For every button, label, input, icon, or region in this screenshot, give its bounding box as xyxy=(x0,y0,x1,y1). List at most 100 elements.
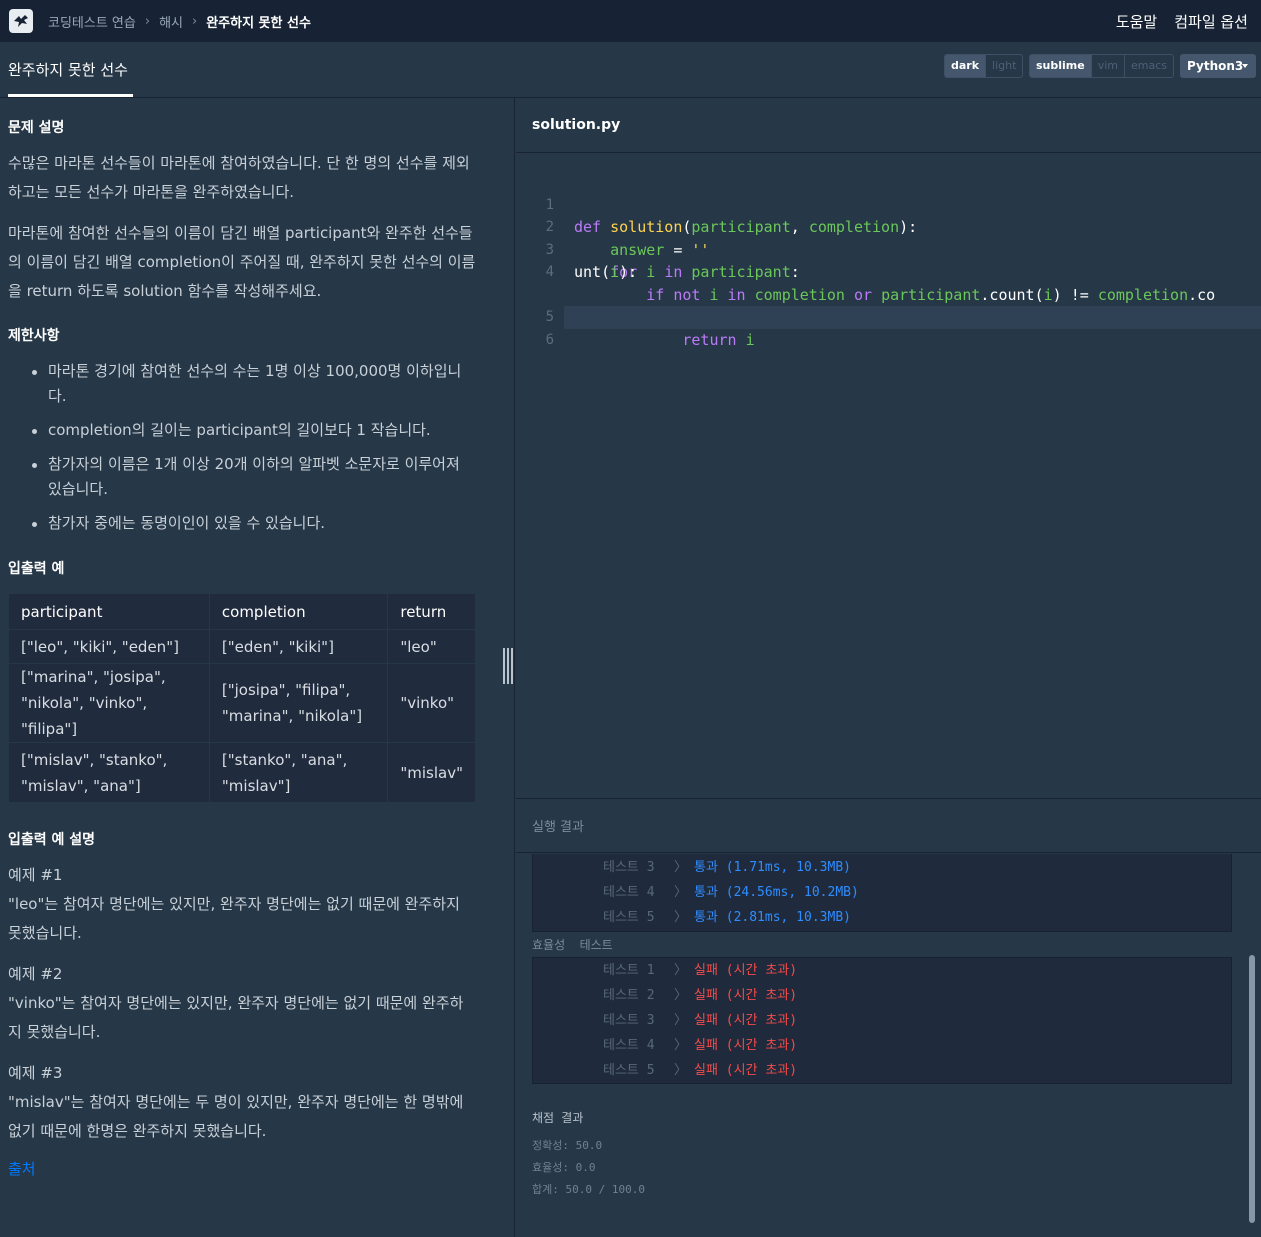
table-cell: ["eden", "kiki"] xyxy=(208,629,389,664)
constraint-item: 참가자 중에는 동명이인이 있을 수 있습니다. xyxy=(8,511,476,536)
panel-resize-handle[interactable] xyxy=(503,648,513,684)
chevron-right-icon: 〉 xyxy=(674,885,688,900)
editor-divider xyxy=(516,152,1261,153)
column-header-participant: participant xyxy=(8,593,210,630)
keymap-vim-option[interactable]: vim xyxy=(1090,55,1124,77)
io-explanation-heading: 입출력 예 설명 xyxy=(8,832,96,848)
test-name: 테스트 4 xyxy=(603,885,655,900)
compile-options-button[interactable]: 컴파일 옵션 xyxy=(1174,11,1248,32)
keymap-emacs-option[interactable]: emacs xyxy=(1124,55,1173,77)
score-accuracy: 정확성: 50.0 xyxy=(532,1139,603,1152)
breadcrumb-coding-test[interactable]: 코딩테스트 연습 xyxy=(48,12,136,31)
description-paragraph-2: 마라톤에 참여한 선수들의 이름이 담긴 배열 participant와 완주한… xyxy=(8,224,476,300)
results-title: 실행 결과 xyxy=(532,820,584,835)
test-name: 테스트 3 xyxy=(603,860,655,875)
test-name: 테스트 1 xyxy=(603,963,655,978)
column-header-return: return xyxy=(387,593,476,630)
breadcrumb-current: 완주하지 못한 선수 xyxy=(206,15,311,31)
table-row: ["marina", "josipa", "nikola", "vinko", … xyxy=(8,663,476,743)
code-text-wrapped: unt(i): xyxy=(574,263,638,281)
tab-problem[interactable]: 완주하지 못한 선수 xyxy=(8,59,128,80)
score-total: 합계: 50.0 / 100.0 xyxy=(532,1183,645,1196)
caret-down-icon xyxy=(1242,64,1248,68)
table-cell: ["marina", "josipa", "nikola", "vinko", … xyxy=(8,663,210,743)
test-row: 테스트 5 〉 실패 (시간 초과) xyxy=(533,1058,1231,1083)
test-name: 테스트 4 xyxy=(603,1038,655,1053)
io-example-heading: 입출력 예 xyxy=(8,561,65,577)
chevron-right-icon: 〉 xyxy=(674,1013,688,1028)
line-number: 5 xyxy=(545,309,554,325)
chevron-right-icon: 〉 xyxy=(674,860,688,875)
code-line: 2 answer = '' xyxy=(516,194,1261,259)
example-title: 예제 #2 xyxy=(8,965,63,983)
example-text: "mislav"는 참여자 명단에는 두 명이 있지만, 완주자 명단에는 한 … xyxy=(8,1093,464,1140)
chevron-right-icon: 〉 xyxy=(674,1038,688,1053)
table-cell: "mislav" xyxy=(387,742,476,803)
logo-icon[interactable] xyxy=(9,9,33,33)
constraints-heading: 제한사항 xyxy=(8,328,60,344)
chevron-right-icon: 〉 xyxy=(674,1063,688,1078)
test-name: 테스트 2 xyxy=(603,988,655,1003)
chevron-right-icon: › xyxy=(144,13,151,29)
accuracy-test-box: 테스트 3 〉 통과 (1.71ms, 10.3MB) 테스트 4 〉 통과 (24.5… xyxy=(532,854,1232,932)
keymap-toggle: sublime vim emacs xyxy=(1029,54,1175,78)
line-number: 4 xyxy=(545,264,554,280)
editor-filename: solution.py xyxy=(532,117,621,133)
table-header-row: participant completion return xyxy=(8,593,476,630)
language-select[interactable]: Python3 xyxy=(1180,54,1256,78)
example-title: 예제 #3 xyxy=(8,1064,63,1082)
test-result: 실패 (시간 초과) xyxy=(694,1038,798,1053)
code-line: 3 for i in participant: xyxy=(516,216,1261,282)
test-result: 통과 (24.56ms, 10.2MB) xyxy=(694,885,859,900)
chevron-right-icon: 〉 xyxy=(674,988,688,1003)
code-line: 5 return i xyxy=(516,284,1261,349)
code-line-active: 6 xyxy=(546,306,1261,348)
table-row: ["leo", "kiki", "eden"] ["eden", "kiki"]… xyxy=(8,629,476,664)
problem-panel[interactable]: 문제 설명 수많은 마라톤 선수들이 마라톤에 참여하였습니다. 단 한 명의 … xyxy=(0,98,515,1237)
problem-content: 문제 설명 수많은 마라톤 선수들이 마라톤에 참여하였습니다. 단 한 명의 … xyxy=(0,117,484,1179)
table-row: ["mislav", "stanko", "mislav", "ana"] ["… xyxy=(8,742,476,803)
score-heading: 채점 결과 xyxy=(532,1111,584,1125)
test-result: 통과 (1.71ms, 10.3MB) xyxy=(694,860,851,875)
keymap-sublime-option[interactable]: sublime xyxy=(1030,55,1091,77)
constraint-item: 참가자의 이름은 1개 이상 20개 이하의 알파벳 소문자로 이루어져 있습니… xyxy=(8,452,476,502)
table-cell: "vinko" xyxy=(387,663,476,743)
test-name: 테스트 5 xyxy=(603,910,655,925)
code-line: 1 def solution(participant, completion): xyxy=(516,171,1261,237)
top-actions: 도움말 컴파일 옵션 xyxy=(1099,0,1248,42)
example-text: "vinko"는 참여자 명단에는 있지만, 완주자 명단에는 없기 때문에 완… xyxy=(8,994,464,1041)
chevron-right-icon: 〉 xyxy=(674,963,688,978)
line-number: 6 xyxy=(545,331,554,348)
theme-dark-option[interactable]: dark xyxy=(945,55,986,77)
test-name: 테스트 3 xyxy=(603,1013,655,1028)
breadcrumb: 코딩테스트 연습 › 해시 › 완주하지 못한 선수 xyxy=(48,12,311,31)
description-paragraph-1: 수많은 마라톤 선수들이 마라톤에 참여하였습니다. 단 한 명의 선수를 제외… xyxy=(8,154,470,201)
table-cell: ["stanko", "ana", "mislav"] xyxy=(208,742,389,803)
results-scrollbar[interactable] xyxy=(1249,955,1255,1223)
source-link[interactable]: 출처 xyxy=(8,1158,476,1179)
efficiency-test-label: 효율성 테스트 xyxy=(532,938,613,952)
code-editor[interactable]: solution.py 1 def solution(participant, … xyxy=(516,98,1261,798)
help-button[interactable]: 도움말 xyxy=(1116,11,1157,32)
breadcrumb-hash[interactable]: 해시 xyxy=(159,12,183,31)
table-cell: ["leo", "kiki", "eden"] xyxy=(8,629,210,664)
chevron-right-icon: › xyxy=(191,13,198,29)
code-line: 4 if not i in completion or participant.… xyxy=(516,239,1261,304)
constraint-item: completion의 길이는 participant의 길이보다 1 작습니다… xyxy=(8,418,476,443)
results-divider xyxy=(516,852,1261,853)
test-row: 테스트 3 〉 실패 (시간 초과) xyxy=(533,1008,1231,1033)
test-row: 테스트 4 〉 실패 (시간 초과) xyxy=(533,1033,1231,1058)
test-row: 테스트 2 〉 실패 (시간 초과) xyxy=(533,983,1231,1008)
column-header-completion: completion xyxy=(208,593,389,630)
results-panel[interactable]: 실행 결과 테스트 3 〉 통과 (1.71ms, 10.3MB) 테스트 4 〉 통과… xyxy=(516,798,1261,1237)
theme-toggle: dark light xyxy=(944,54,1024,78)
test-row: 테스트 3 〉 통과 (1.71ms, 10.3MB) xyxy=(533,855,1231,880)
example-text: "leo"는 참여자 명단에는 있지만, 완주자 명단에는 없기 때문에 완주하… xyxy=(8,895,460,942)
code-area[interactable]: 1 def solution(participant, completion):… xyxy=(516,171,1261,349)
test-result: 실패 (시간 초과) xyxy=(694,1013,798,1028)
efficiency-test-box: 테스트 1 〉 실패 (시간 초과) 테스트 2 〉 실패 (시간 초과) 테스트 3 〉… xyxy=(532,957,1232,1084)
constraints-list: 마라톤 경기에 참여한 선수의 수는 1명 이상 100,000명 이하입니다.… xyxy=(8,359,476,536)
chevron-right-icon: 〉 xyxy=(674,910,688,925)
theme-light-option[interactable]: light xyxy=(985,55,1022,77)
example-title: 예제 #1 xyxy=(8,866,63,884)
